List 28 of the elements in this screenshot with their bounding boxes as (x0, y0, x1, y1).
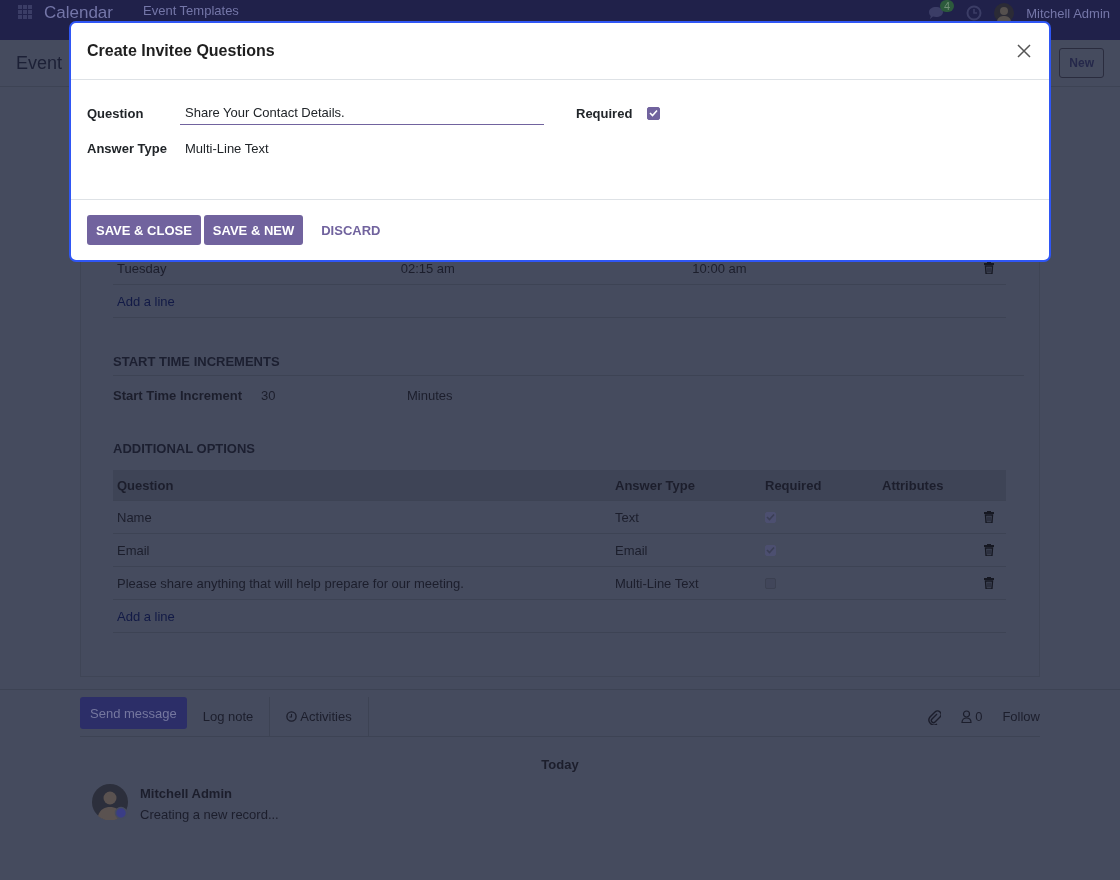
paperclip-icon[interactable] (927, 708, 942, 725)
discard-button[interactable]: DISCARD (312, 215, 390, 245)
trash-icon[interactable] (984, 511, 994, 523)
app-name[interactable]: Calendar (44, 3, 113, 23)
field-value: Multi-Line Text (184, 140, 270, 156)
apps-grid-icon[interactable] (18, 5, 32, 19)
send-message-button[interactable]: Send message (80, 697, 187, 729)
trash-icon[interactable] (984, 544, 994, 556)
close-button[interactable] (1015, 42, 1033, 60)
trash-icon[interactable] (984, 577, 994, 589)
menu-item[interactable]: Event Templates (143, 3, 239, 18)
field-label: Required (576, 105, 634, 121)
message-count: 4 (940, 0, 955, 12)
save-button[interactable]: SAVE & CLOSE (87, 215, 201, 245)
field-label: Question (87, 105, 145, 121)
field-label: Answer Type (87, 140, 168, 156)
user-name[interactable]: Mitchell Admin (1026, 5, 1110, 21)
clock-icon (286, 711, 298, 722)
trash-icon[interactable] (984, 262, 994, 274)
required-checkbox[interactable] (647, 106, 660, 120)
person-icon (961, 710, 973, 723)
save-button[interactable]: SAVE & NEW (203, 215, 304, 245)
chat-icon[interactable] (928, 6, 945, 20)
clock-icon[interactable] (966, 5, 983, 21)
required-checkbox[interactable] (765, 544, 776, 556)
author-avatar (92, 784, 128, 820)
dialog-title: Create Invitee Questions (87, 42, 275, 60)
required-checkbox[interactable] (765, 511, 776, 523)
